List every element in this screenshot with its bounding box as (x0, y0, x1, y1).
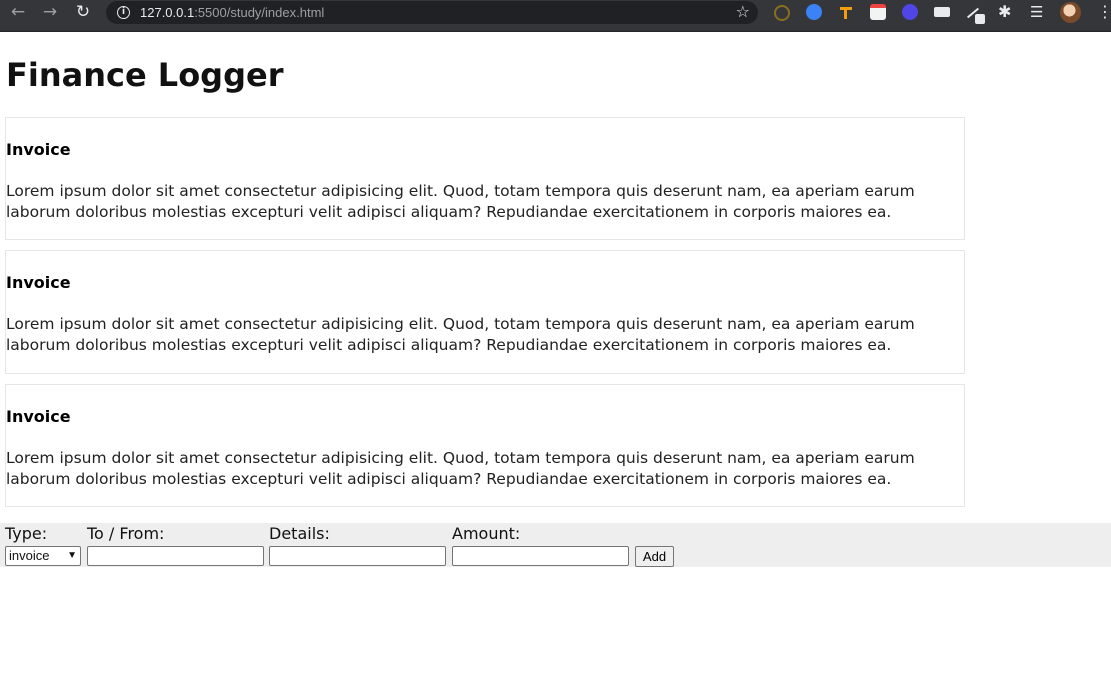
card-heading: Invoice (6, 407, 71, 426)
card-heading: Invoice (6, 273, 71, 292)
extension-7-icon[interactable] (966, 4, 985, 24)
back-arrow-icon[interactable]: ← (6, 0, 30, 27)
amount-field: Amount: (452, 523, 520, 544)
playlist-icon[interactable]: ☰ (1030, 4, 1043, 20)
type-field: Type: (5, 523, 47, 544)
page-title: Finance Logger (6, 56, 284, 94)
extension-2-icon[interactable] (806, 4, 822, 20)
avatar[interactable] (1060, 2, 1081, 23)
address-bar[interactable]: i 127.0.0.1:5500/study/index.html ☆ (106, 1, 758, 24)
star-icon[interactable]: ☆ (736, 2, 750, 22)
add-button[interactable]: Add (635, 546, 674, 567)
add-entry-form: Type: To / From: Details: Amount: invoic… (0, 523, 1111, 567)
invoice-card: Invoice Lorem ipsum dolor sit amet conse… (5, 384, 965, 507)
to-from-field: To / From: (87, 523, 164, 544)
extension-1-icon[interactable] (774, 5, 790, 21)
invoice-card: Invoice Lorem ipsum dolor sit amet conse… (5, 117, 965, 240)
url-text[interactable]: 127.0.0.1:5500/study/index.html (140, 4, 324, 21)
type-label: Type: (5, 524, 48, 543)
url-host: 127.0.0.1 (140, 5, 195, 20)
forward-arrow-icon[interactable]: → (38, 0, 62, 27)
info-icon[interactable]: i (117, 6, 130, 19)
kebab-menu-icon[interactable]: ⋮ (1097, 2, 1111, 22)
details-input[interactable] (269, 546, 446, 566)
extension-6-icon[interactable] (934, 7, 950, 17)
card-heading: Invoice (6, 140, 71, 159)
details-label: Details: (269, 524, 330, 543)
browser-toolbar: ← → ↻ i 127.0.0.1:5500/study/index.html … (0, 0, 1111, 32)
puzzle-icon[interactable]: ✱ (998, 4, 1011, 20)
amount-input[interactable] (452, 546, 629, 566)
extension-3-icon[interactable] (838, 4, 854, 20)
type-select[interactable]: invoice ▼ (5, 546, 81, 566)
url-path: :5500/study/index.html (194, 5, 325, 20)
amount-label: Amount: (452, 524, 521, 543)
to-from-input[interactable] (87, 546, 264, 566)
to-from-label: To / From: (87, 524, 165, 543)
details-field: Details: (269, 523, 330, 544)
card-body: Lorem ipsum dolor sit amet consectetur a… (6, 449, 915, 488)
reload-icon[interactable]: ↻ (71, 0, 95, 27)
invoice-card: Invoice Lorem ipsum dolor sit amet conse… (5, 250, 965, 374)
card-body: Lorem ipsum dolor sit amet consectetur a… (6, 315, 915, 354)
chevron-down-icon: ▼ (67, 550, 77, 561)
type-select-value: invoice (9, 548, 50, 563)
extension-4-icon[interactable] (870, 4, 886, 20)
extension-5-icon[interactable] (902, 4, 918, 20)
card-body: Lorem ipsum dolor sit amet consectetur a… (6, 182, 915, 221)
